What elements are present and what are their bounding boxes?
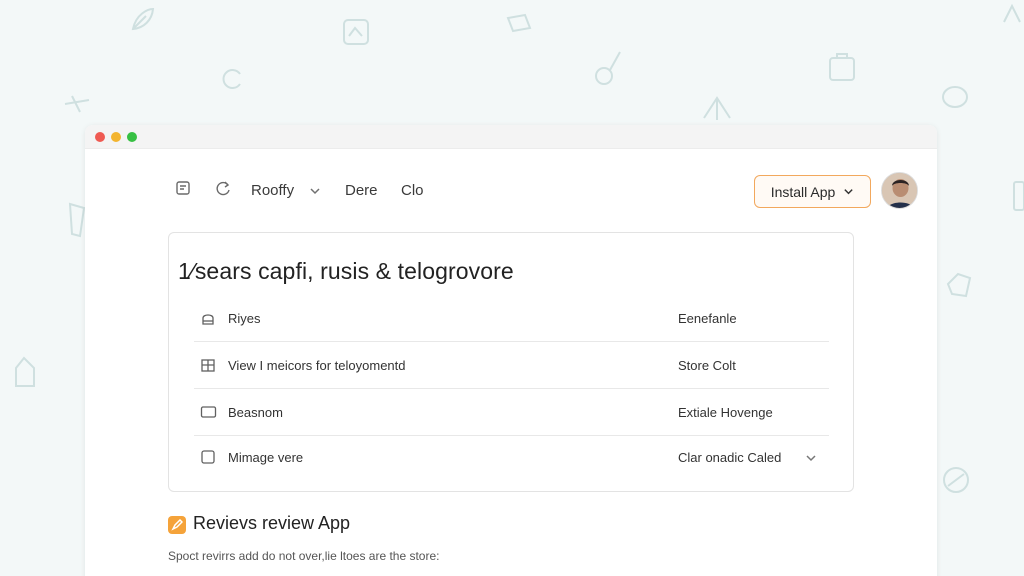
detail-row[interactable]: Beasnom Extiale Hovenge bbox=[194, 390, 829, 436]
close-window-button[interactable] bbox=[95, 132, 105, 142]
row-value: Eenefanle bbox=[678, 311, 737, 326]
maximize-window-button[interactable] bbox=[127, 132, 137, 142]
tag-doodle-icon bbox=[944, 270, 974, 300]
leaf-doodle-icon bbox=[128, 4, 158, 34]
lock-icon bbox=[200, 310, 216, 331]
nav-item-dere[interactable]: Dere bbox=[345, 182, 378, 199]
nav-item-clo[interactable]: Clo bbox=[401, 182, 424, 199]
row-label: Beasnom bbox=[228, 405, 283, 420]
app-window: Rooffy Dere Clo Install App 1⁄sears capf… bbox=[85, 125, 937, 576]
edit-icon bbox=[168, 516, 186, 534]
window-titlebar bbox=[85, 125, 937, 149]
shovel-doodle-icon bbox=[590, 48, 626, 88]
detail-row[interactable]: View I meicors for teloyomentd Store Col… bbox=[194, 343, 829, 389]
chevron-down-icon bbox=[844, 189, 853, 195]
card-doodle-icon bbox=[340, 16, 372, 48]
minimize-window-button[interactable] bbox=[111, 132, 121, 142]
nav-item-rooffy[interactable]: Rooffy bbox=[251, 182, 294, 199]
app-details-card: 1⁄sears capfi, rusis & telogrovore Riyes… bbox=[168, 232, 854, 492]
user-avatar[interactable] bbox=[881, 172, 918, 209]
box-doodle-icon bbox=[1012, 180, 1024, 212]
bottle-doodle-icon bbox=[10, 354, 40, 390]
card-title: 1⁄sears capfi, rusis & telogrovore bbox=[178, 258, 514, 284]
rectangle-icon bbox=[200, 404, 217, 425]
detail-row[interactable]: Mimage vere Clar onadic Caled bbox=[194, 435, 829, 481]
section-title: Revievs review App bbox=[193, 513, 351, 533]
row-value: Extiale Hovenge bbox=[678, 405, 773, 420]
swirl-doodle-icon bbox=[220, 66, 246, 92]
refresh-icon[interactable] bbox=[215, 180, 232, 202]
chevron-down-icon[interactable] bbox=[309, 184, 321, 202]
star-doodle-icon bbox=[62, 92, 92, 116]
section-description: Spoct revirrs add do not over,lie ltoes … bbox=[168, 549, 440, 563]
row-label: Mimage vere bbox=[228, 450, 304, 465]
row-value: Clar onadic Caled bbox=[678, 450, 782, 465]
row-label: View I meicors for teloyomentd bbox=[228, 358, 406, 373]
install-app-button[interactable]: Install App bbox=[754, 175, 871, 208]
ball-doodle-icon bbox=[940, 464, 972, 496]
row-label: Riyes bbox=[228, 311, 261, 326]
top-navigation: Rooffy Dere Clo Install App bbox=[85, 149, 937, 233]
squiggle-doodle-icon bbox=[1000, 2, 1024, 26]
chevron-down-icon[interactable] bbox=[805, 451, 817, 469]
building-icon bbox=[200, 357, 216, 378]
checkbox-icon[interactable] bbox=[200, 449, 216, 470]
cookie-doodle-icon bbox=[940, 84, 970, 110]
note-doodle-icon bbox=[505, 12, 533, 34]
bag-doodle-icon bbox=[826, 52, 858, 84]
flower-doodle-icon bbox=[700, 94, 734, 122]
calendar-icon[interactable] bbox=[175, 180, 191, 201]
detail-row[interactable]: Riyes Eenefanle bbox=[194, 296, 829, 342]
install-app-label: Install App bbox=[770, 183, 836, 200]
row-value: Store Colt bbox=[678, 358, 736, 373]
